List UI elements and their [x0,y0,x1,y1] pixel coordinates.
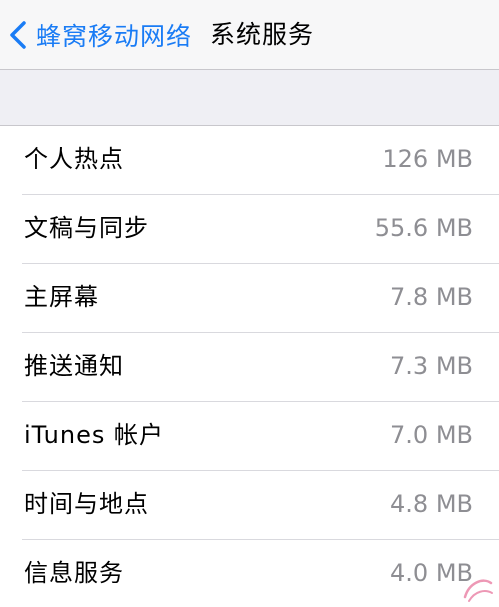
item-label: 时间与地点 [24,490,149,518]
section-separator [0,70,499,126]
page-title: 系统服务 [210,20,315,49]
navigation-bar: 蜂窝移动网络 系统服务 [0,0,499,70]
list-item-personal-hotspot[interactable]: 个人热点 126 MB [0,126,499,195]
list-item-documents-sync[interactable]: 文稿与同步 55.6 MB [0,195,499,264]
list-item-time-location[interactable]: 时间与地点 4.8 MB [0,471,499,540]
list-item-push-notifications[interactable]: 推送通知 7.3 MB [0,333,499,402]
item-usage-value: 7.3 MB [390,352,473,380]
item-usage-value: 126 MB [382,145,473,173]
list-item-itunes-accounts[interactable]: iTunes 帐户 7.0 MB [0,402,499,471]
item-label: iTunes 帐户 [24,421,165,449]
system-services-screen: 蜂窝移动网络 系统服务 个人热点 126 MB 文稿与同步 55.6 MB 主屏… [0,0,499,607]
back-button-label: 蜂窝移动网络 [36,22,193,51]
item-label: 文稿与同步 [24,214,149,242]
site-watermark-logo [461,575,495,605]
item-label: 个人热点 [24,145,124,173]
back-button[interactable]: 蜂窝移动网络 [8,14,192,56]
chevron-left-icon [10,21,26,49]
item-usage-value: 7.0 MB [390,421,473,449]
watermark-swirl-icon [463,579,493,602]
item-usage-value: 55.6 MB [374,214,473,242]
list-item-messaging-services[interactable]: 信息服务 4.0 MB [0,540,499,607]
item-label: 主屏幕 [24,283,99,311]
item-label: 信息服务 [24,559,124,587]
item-label: 推送通知 [24,352,124,380]
item-usage-value: 7.8 MB [390,283,473,311]
service-usage-list: 个人热点 126 MB 文稿与同步 55.6 MB 主屏幕 7.8 MB 推送通… [0,126,499,607]
item-usage-value: 4.8 MB [390,490,473,518]
list-item-home-screen[interactable]: 主屏幕 7.8 MB [0,264,499,333]
